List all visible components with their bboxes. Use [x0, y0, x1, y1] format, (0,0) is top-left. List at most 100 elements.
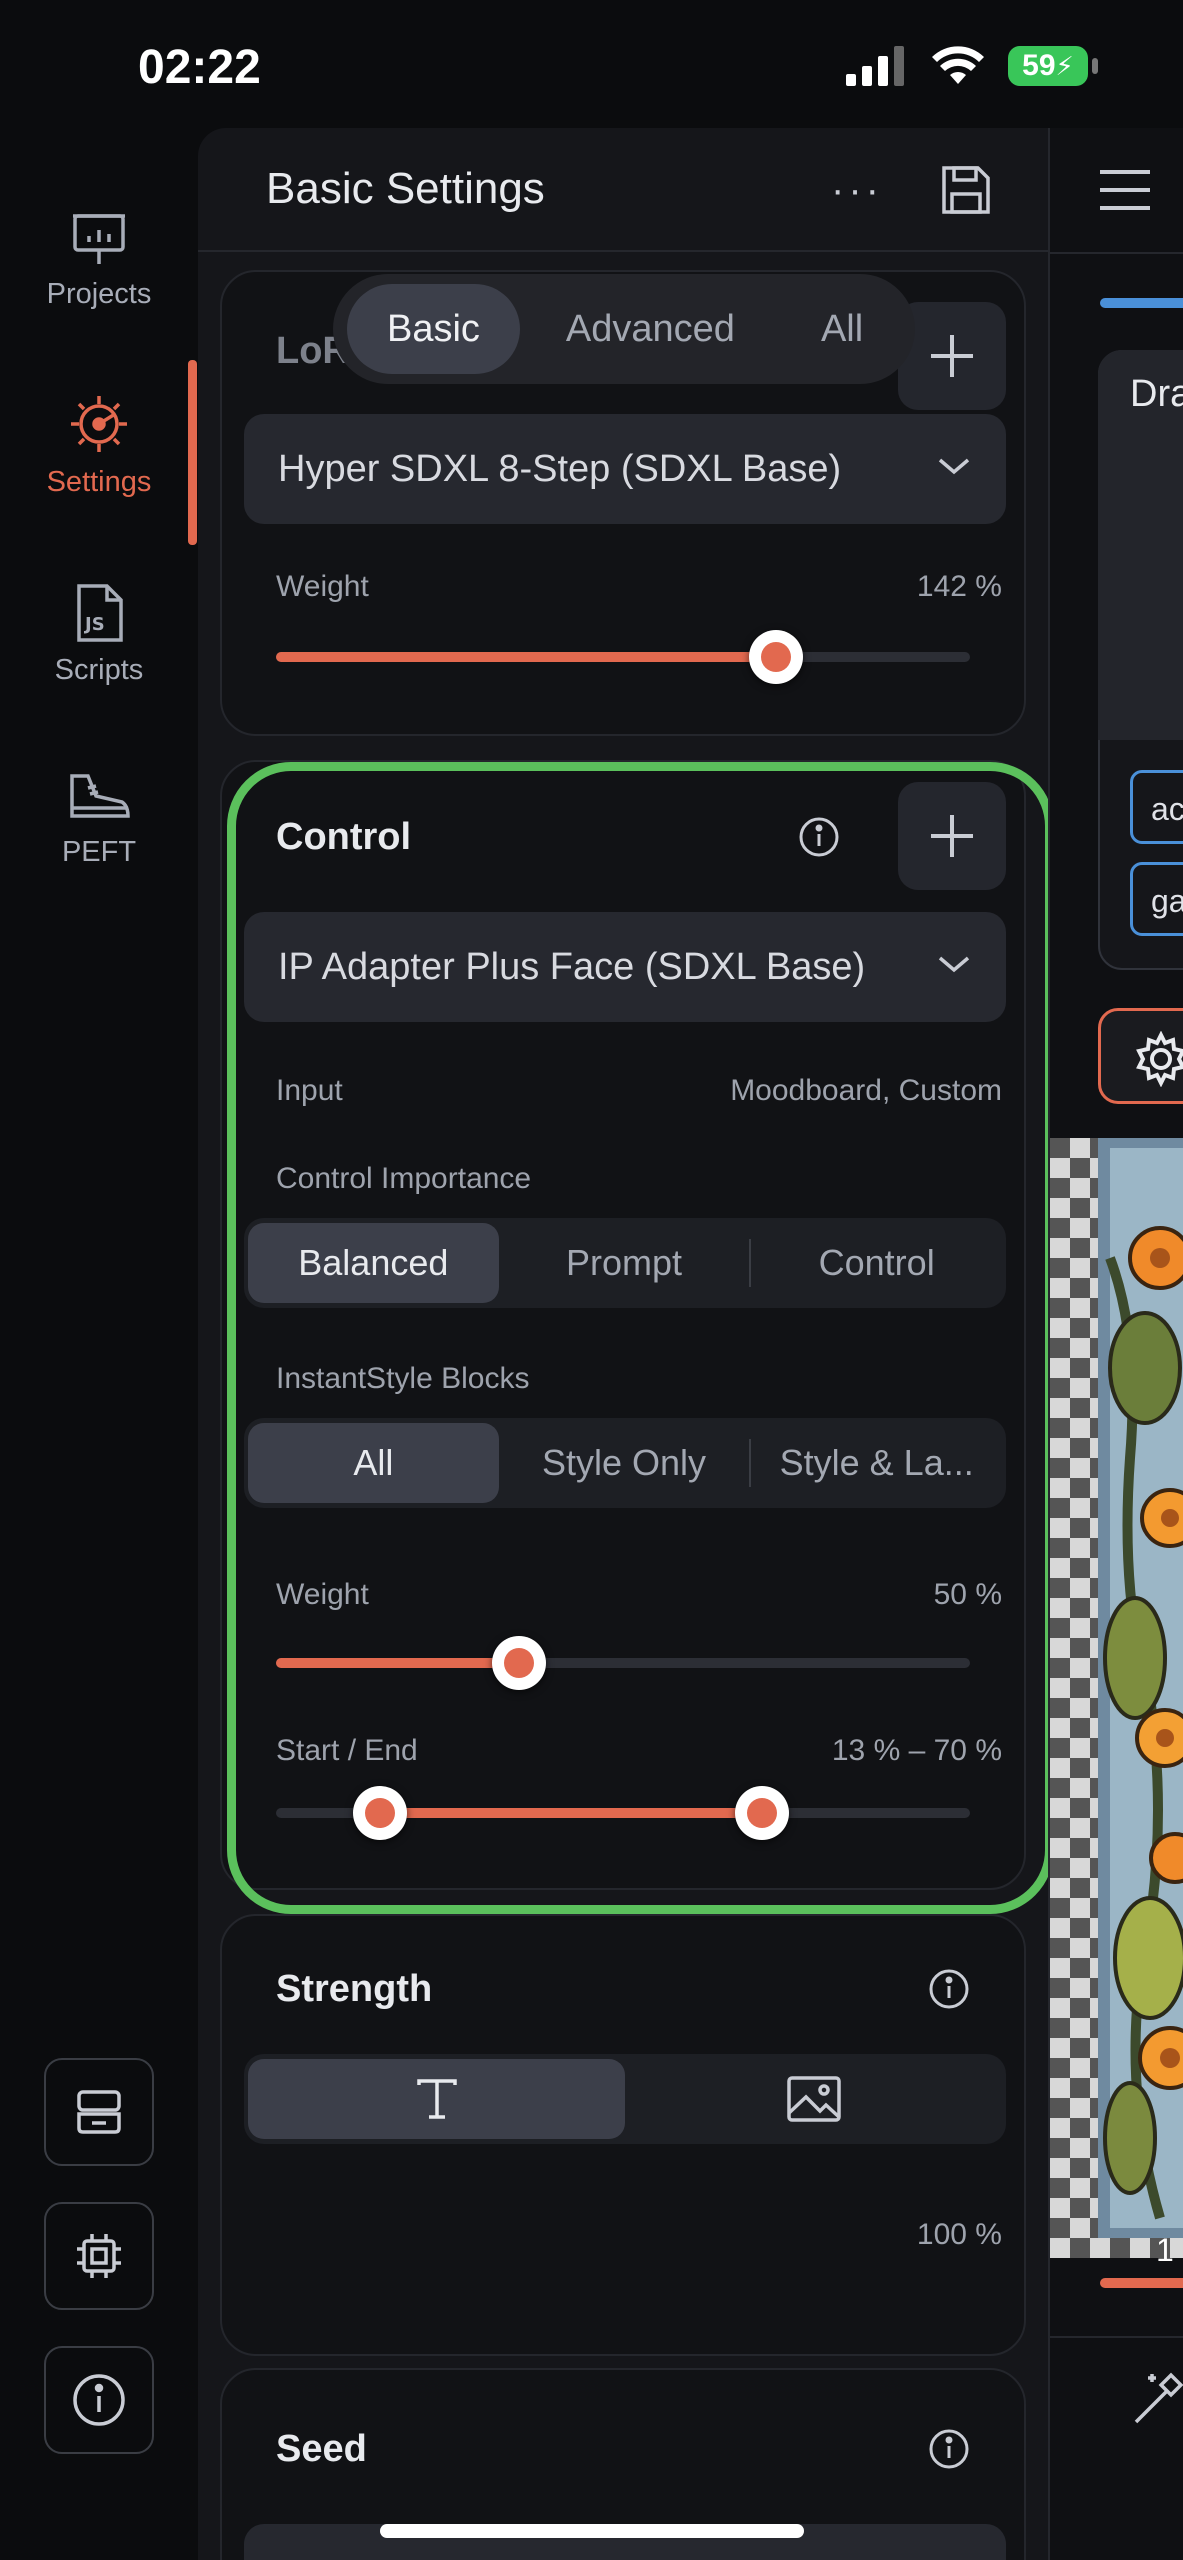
chevron-down-icon	[938, 458, 970, 475]
magic-wand-icon[interactable]	[1130, 2368, 1183, 2428]
lora-model-name: Hyper SDXL 8-Step (SDXL Base)	[278, 448, 842, 490]
chip-button[interactable]	[44, 2202, 154, 2310]
home-indicator	[380, 2524, 804, 2538]
start-end-label: Start / End	[276, 1734, 418, 1767]
end-thumb[interactable]	[734, 1786, 789, 1840]
blocks-option-style-only[interactable]: Style Only	[499, 1423, 750, 1503]
plus-icon	[931, 815, 973, 857]
generated-image[interactable]	[1050, 1138, 1183, 2258]
lora-weight-label: Weight	[276, 570, 369, 603]
svg-text:JS: JS	[83, 614, 105, 635]
info-icon[interactable]	[928, 2428, 970, 2470]
control-weight-label: Weight	[276, 1578, 369, 1611]
settings-panel: Basic Settings ··· LoRA Hyper SDXL 8-Ste…	[198, 128, 1048, 2560]
tag-chip[interactable]: ga	[1130, 862, 1183, 936]
control-input-label: Input	[276, 1074, 343, 1107]
rail-item-projects[interactable]: Projects	[0, 208, 198, 311]
start-end-fill	[380, 1808, 762, 1818]
blocks-option-style-layout[interactable]: Style & La...	[751, 1423, 1002, 1503]
seed-title: Seed	[276, 2428, 367, 2470]
generate-settings-button[interactable]	[1098, 1008, 1183, 1104]
rail-label-scripts: Scripts	[54, 654, 144, 686]
sneaker-icon	[70, 774, 130, 818]
instantstyle-blocks-label: InstantStyle Blocks	[276, 1362, 530, 1395]
blocks-option-all[interactable]: All	[248, 1423, 499, 1503]
panel-header: Basic Settings ···	[198, 128, 1048, 252]
control-model-dropdown[interactable]: IP Adapter Plus Face (SDXL Base)	[244, 912, 1006, 1022]
wifi-icon	[932, 46, 984, 84]
tab-advanced[interactable]: Advanced	[526, 284, 775, 374]
tag-chip[interactable]: ac	[1130, 770, 1183, 844]
rail-label-peft: PEFT	[61, 836, 137, 868]
battery-level: 59	[1022, 49, 1056, 82]
settings-gear-icon	[71, 396, 127, 452]
control-title: Control	[276, 816, 412, 858]
image-icon	[786, 2076, 841, 2122]
battery-indicator: 59 ⚡	[1008, 46, 1098, 86]
status-time: 02:22	[138, 41, 261, 94]
menu-icon[interactable]	[1098, 168, 1152, 212]
control-model-name: IP Adapter Plus Face (SDXL Base)	[278, 946, 866, 988]
info-button[interactable]	[44, 2346, 154, 2454]
canvas-pane: Dra ac ga 1 ×	[1048, 128, 1183, 2560]
lora-weight-slider[interactable]	[276, 630, 970, 684]
control-input-value[interactable]: Moodboard, Custom	[730, 1074, 1002, 1108]
strength-title: Strength	[276, 1968, 433, 2010]
strength-card: Strength 100 %	[220, 1914, 1026, 2434]
info-icon[interactable]	[928, 1968, 970, 2010]
text-mode-button[interactable]	[248, 2059, 625, 2139]
strength-mode-segmented	[244, 2054, 1006, 2144]
text-icon	[416, 2079, 457, 2119]
chevron-down-icon	[938, 956, 970, 973]
control-weight-value: 50 %	[933, 1578, 1002, 1611]
info-icon	[73, 2374, 125, 2426]
start-thumb[interactable]	[353, 1786, 408, 1840]
charging-bolt-icon: ⚡	[1055, 50, 1074, 81]
importance-option-control[interactable]: Control	[751, 1223, 1002, 1303]
lora-weight-value: 142 %	[916, 570, 1002, 603]
pane-header-divider	[1050, 252, 1183, 254]
image-count-caption: 1 ×	[1156, 2232, 1183, 2268]
control-weight-fill	[276, 1658, 519, 1668]
control-weight-thumb[interactable]	[491, 1636, 546, 1690]
importance-option-balanced[interactable]: Balanced	[248, 1223, 499, 1303]
importance-option-prompt[interactable]: Prompt	[499, 1223, 750, 1303]
save-icon[interactable]	[938, 162, 994, 218]
progress-indicator	[1100, 298, 1183, 308]
js-file-icon: JS	[77, 584, 123, 642]
chip-icon	[77, 2234, 121, 2278]
lora-model-dropdown[interactable]: Hyper SDXL 8-Step (SDXL Base)	[244, 414, 1006, 524]
more-options-button[interactable]: ···	[831, 168, 883, 213]
strength-value: 100 %	[916, 2218, 1002, 2251]
rail-item-scripts[interactable]: JS Scripts	[0, 582, 198, 687]
plus-icon	[931, 335, 973, 377]
rail-label-projects: Projects	[46, 278, 152, 310]
server-button[interactable]	[44, 2058, 154, 2166]
control-card: Control IP Adapter Plus Face (SDXL Base)…	[220, 760, 1026, 1890]
presentation-board-icon	[73, 214, 125, 264]
lora-weight-fill	[276, 652, 776, 662]
control-weight-slider[interactable]	[276, 1636, 970, 1690]
info-icon[interactable]	[798, 816, 840, 858]
tab-all[interactable]: All	[781, 284, 903, 374]
add-lora-button[interactable]	[898, 302, 1006, 410]
rail-label-settings: Settings	[46, 466, 152, 498]
start-end-value: 13 % – 70 %	[831, 1734, 1002, 1767]
prompt-text[interactable]: Dra	[1130, 373, 1183, 416]
control-importance-label: Control Importance	[276, 1162, 532, 1195]
page-title: Basic Settings	[266, 164, 545, 213]
add-control-button[interactable]	[898, 782, 1006, 890]
status-icons: 59 ⚡	[846, 46, 1098, 86]
cellular-signal-icon	[846, 46, 904, 86]
pane-divider	[1050, 2336, 1183, 2338]
rail-item-settings[interactable]: Settings	[0, 392, 198, 499]
control-importance-segmented: Balanced Prompt Control	[244, 1218, 1006, 1308]
lora-weight-thumb[interactable]	[748, 630, 803, 684]
start-end-range-slider[interactable]	[276, 1786, 970, 1840]
rail-active-indicator	[188, 360, 197, 545]
settings-filter-tabs: Basic Advanced All	[333, 274, 915, 384]
image-mode-button[interactable]	[625, 2059, 1002, 2139]
tab-basic[interactable]: Basic	[347, 284, 520, 374]
rail-item-peft[interactable]: PEFT	[0, 766, 198, 869]
instantstyle-blocks-segmented: All Style Only Style & La...	[244, 1418, 1006, 1508]
